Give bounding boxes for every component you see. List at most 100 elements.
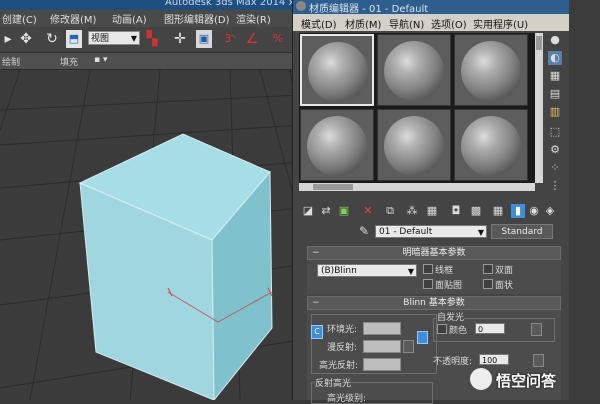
ribbon-tab-fill[interactable]: 填充 xyxy=(60,55,78,68)
sample-type-icon[interactable]: ● xyxy=(548,33,562,47)
two-sided-label: 双面 xyxy=(495,266,514,276)
menu-material[interactable]: 材质(M) xyxy=(345,16,381,31)
show-map-in-viewport-icon[interactable]: ▩ xyxy=(469,204,483,218)
shader-type-dropdown[interactable]: (B)Blinn ▼ xyxy=(317,264,417,277)
reset-map-icon[interactable]: ✕ xyxy=(361,204,375,218)
diffuse-map-button[interactable] xyxy=(403,340,414,353)
chevron-down-icon: ▼ xyxy=(407,267,414,276)
go-to-parent-icon[interactable]: ▮ xyxy=(511,204,525,218)
menu-animation[interactable]: 动画(A) xyxy=(112,11,147,26)
material-name-field[interactable]: 01 - Default ▼ xyxy=(375,225,487,238)
two-sided-checkbox[interactable] xyxy=(483,264,493,274)
reference-coord-dropdown[interactable]: 视图 ▼ xyxy=(88,31,140,45)
menu-utilities[interactable]: 实用程序(U) xyxy=(473,16,528,31)
slots-horizontal-scroll-thumb[interactable] xyxy=(313,184,353,190)
specular-label: 高光反射: xyxy=(319,361,359,371)
sample-sphere xyxy=(461,116,521,176)
self-illumination-title: 自发光 xyxy=(437,310,465,323)
lock-diffuse-specular-button[interactable] xyxy=(417,331,428,344)
sample-slot-6[interactable] xyxy=(454,109,528,181)
face-map-label: 面贴图 xyxy=(435,281,463,291)
material-editor-title: 材质编辑器 - 01 - Default xyxy=(309,4,429,15)
keyboard-shortcut-icon[interactable]: ▣ xyxy=(196,30,212,48)
faceted-checkbox[interactable] xyxy=(483,279,493,289)
shader-type-value: (B)Blinn xyxy=(321,266,357,276)
angle-snap-icon[interactable]: ∠ xyxy=(244,30,260,48)
self-illum-value[interactable]: 0 xyxy=(475,323,505,334)
sample-slot-2[interactable] xyxy=(377,34,451,106)
menu-modes[interactable]: 模式(D) xyxy=(301,16,337,31)
menu-rendering[interactable]: 渲染(R) xyxy=(236,11,271,26)
ribbon-tab-draw[interactable]: 绘制 xyxy=(2,55,20,68)
menu-navigation[interactable]: 导航(N) xyxy=(389,16,424,31)
opacity-map-button[interactable] xyxy=(533,354,544,367)
go-forward-to-sibling-icon[interactable]: ◉ xyxy=(527,204,541,218)
sample-uv-tiling-icon[interactable]: ▤ xyxy=(548,87,562,101)
face-map-checkbox[interactable] xyxy=(423,279,433,289)
scale-icon[interactable]: ⬒ xyxy=(66,30,82,48)
material-type-button[interactable]: Standard xyxy=(491,224,553,239)
pivot-icon[interactable]: ▚ xyxy=(144,30,160,48)
options-icon[interactable]: ⚙ xyxy=(548,143,562,157)
select-manipulate-icon[interactable]: ✛ xyxy=(172,30,188,48)
material-editor-window: 材质编辑器 - 01 - Default 模式(D) 材质(M) 导航(N) 选… xyxy=(292,0,569,404)
ambient-color-swatch[interactable] xyxy=(363,322,401,335)
self-illum-map-button[interactable] xyxy=(531,323,542,336)
backlight-icon[interactable]: ◐ xyxy=(548,51,562,65)
put-to-scene-icon[interactable]: ⇄ xyxy=(319,204,333,218)
specular-level-label: 高光级别: xyxy=(327,394,367,404)
copy-material-icon[interactable]: ⧉ xyxy=(383,204,397,218)
menu-create[interactable]: 创建(C) xyxy=(2,11,37,26)
self-illum-color-checkbox[interactable] xyxy=(437,324,447,334)
slots-vertical-scroll-thumb[interactable] xyxy=(536,36,542,50)
blinn-basic-params-rollout[interactable]: − Blinn 基本参数 xyxy=(307,296,561,310)
shader-basic-params-panel: (B)Blinn ▼ 线框 双面 面贴图 面状 xyxy=(307,260,561,294)
opacity-value[interactable]: 100 xyxy=(479,354,509,365)
shader-rollout-title: 明暗器基本参数 xyxy=(402,248,466,258)
video-color-check-icon[interactable]: ▥ xyxy=(548,105,562,119)
wire-label: 线框 xyxy=(435,266,454,276)
shader-basic-params-rollout[interactable]: − 明暗器基本参数 xyxy=(307,246,561,260)
wire-checkbox[interactable] xyxy=(423,264,433,274)
snap-toggle-icon[interactable]: 3◝ xyxy=(222,30,238,48)
make-preview-icon[interactable]: ⬚ xyxy=(548,125,562,139)
viewport-scene xyxy=(0,70,300,400)
material-editor-menubar: 模式(D) 材质(M) 导航(N) 选项(O) 实用程序(U) xyxy=(293,14,569,31)
sample-slot-5[interactable] xyxy=(377,109,451,181)
pick-from-object-icon[interactable]: ◈ xyxy=(543,204,557,218)
percent-snap-icon[interactable]: % xyxy=(270,30,286,48)
wukong-logo-icon xyxy=(470,368,492,390)
make-unique-icon[interactable]: ⁂ xyxy=(405,204,419,218)
sample-sphere xyxy=(384,41,444,101)
command-panel-edge xyxy=(568,0,600,400)
material-map-navigator-icon[interactable]: ⋮ xyxy=(548,179,562,193)
slots-vertical-scrollbar[interactable] xyxy=(535,33,543,183)
select-by-material-icon[interactable]: ⁘ xyxy=(548,161,562,175)
app-title: Autodesk 3ds Max 2014 x xyxy=(165,0,295,8)
material-id-channel-icon[interactable]: ◘ xyxy=(449,204,463,218)
rotate-icon[interactable]: ↻ xyxy=(44,30,60,48)
ribbon-options-icon[interactable]: ▪ ▾ xyxy=(94,55,107,65)
lock-ambient-diffuse-button[interactable]: C xyxy=(311,325,323,339)
sample-slot-1[interactable] xyxy=(300,34,374,106)
diffuse-color-swatch[interactable] xyxy=(363,340,401,353)
sample-slot-3[interactable] xyxy=(454,34,528,106)
sample-sphere xyxy=(461,41,521,101)
menu-graph-editors[interactable]: 图形编辑器(D) xyxy=(164,11,230,26)
select-icon[interactable]: ▸ xyxy=(0,30,16,48)
eyedropper-icon[interactable]: ✎ xyxy=(359,224,369,238)
sample-slot-4[interactable] xyxy=(300,109,374,181)
show-end-result-icon[interactable]: ▦ xyxy=(491,204,505,218)
get-material-icon[interactable]: ◪ xyxy=(301,204,315,218)
specular-color-swatch[interactable] xyxy=(363,358,401,371)
perspective-viewport[interactable] xyxy=(0,70,300,400)
menu-modifiers[interactable]: 修改器(M) xyxy=(50,11,96,26)
move-icon[interactable]: ✥ xyxy=(18,30,34,48)
put-to-library-icon[interactable]: ▦ xyxy=(425,204,439,218)
assign-to-selection-icon[interactable]: ▣ xyxy=(337,204,351,218)
sample-slots xyxy=(299,33,535,183)
menu-options[interactable]: 选项(O) xyxy=(431,16,467,31)
watermark-text: 悟空问答 xyxy=(496,372,557,390)
background-checker-icon[interactable]: ▦ xyxy=(548,69,562,83)
box-object[interactable] xyxy=(78,133,273,400)
